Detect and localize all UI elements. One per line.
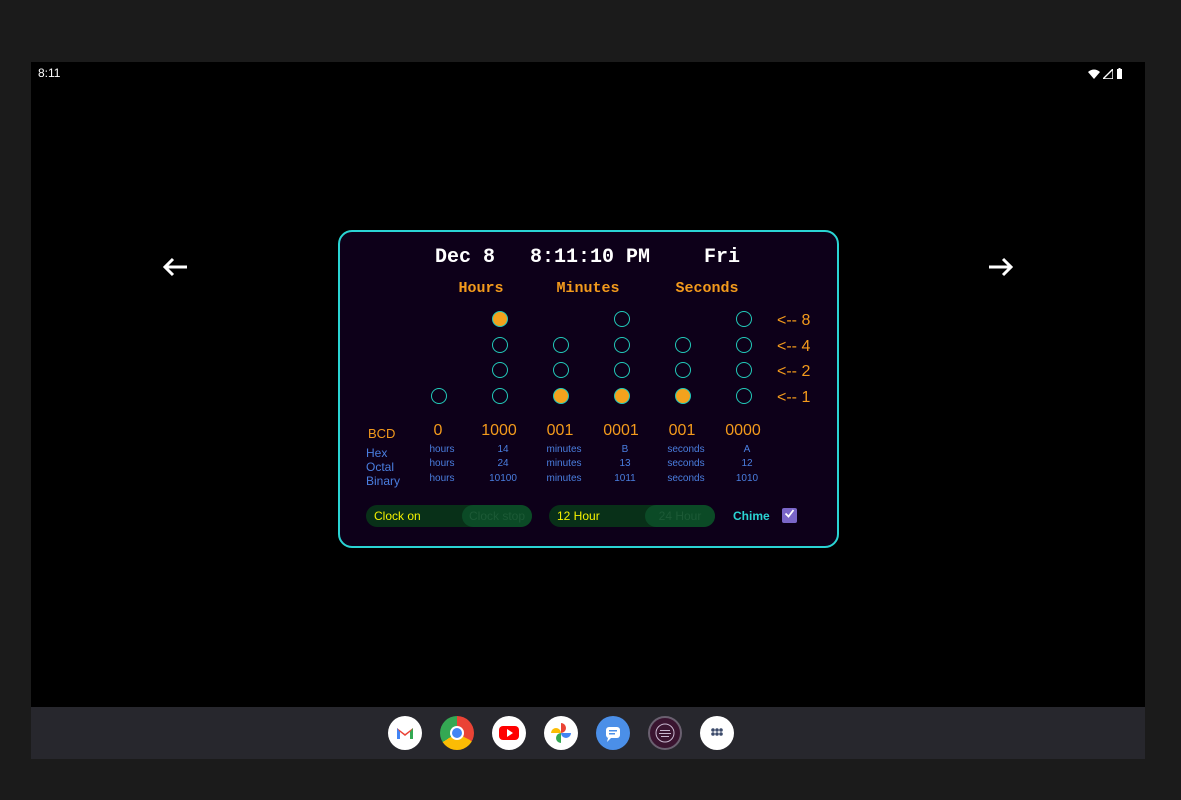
binary-label: Binary [366, 474, 401, 488]
hour12-label: 12 Hour [557, 509, 600, 523]
bit-dot [614, 337, 630, 353]
photos-icon[interactable] [544, 716, 578, 750]
hours-binary: 10100 [489, 473, 517, 484]
minutes-unit: minutes [546, 458, 582, 469]
seconds-unit: seconds [667, 458, 705, 469]
hour24-option[interactable]: 24 Hour [645, 505, 715, 527]
bit-dot [553, 362, 569, 378]
hours-unit: hours [429, 473, 455, 484]
arrow-right-icon [989, 257, 1014, 277]
chime-label: Chime [733, 509, 770, 523]
chrome-icon[interactable] [440, 716, 474, 750]
arrow-left-icon [162, 257, 187, 277]
bcd-value: 0 [433, 422, 443, 439]
bit-dot [492, 362, 508, 378]
gmail-icon[interactable] [388, 716, 422, 750]
bit-dot [736, 388, 752, 404]
seconds-unit: seconds [667, 473, 705, 484]
minutes-header: Minutes [556, 280, 620, 297]
app-drawer-icon[interactable] [700, 716, 734, 750]
hour-format-switch[interactable]: 12 Hour 24 Hour [549, 505, 715, 527]
bit-dot [492, 311, 508, 327]
seconds-unit: seconds [667, 444, 705, 455]
clock-stop-option[interactable]: Clock stop [462, 505, 532, 527]
bit-dot [736, 337, 752, 353]
bit-dot [736, 362, 752, 378]
device-screen: 8:11 Dec 8 8:11:10 PM Fri Hours Minutes … [31, 62, 1145, 759]
checkmark-icon [784, 509, 795, 518]
bit-dot [431, 388, 447, 404]
bcd-label: BCD [368, 426, 396, 441]
bit-dot [614, 388, 630, 404]
hex-label: Hex [366, 446, 388, 460]
forward-arrow-button[interactable] [981, 254, 1021, 284]
messages-icon[interactable] [596, 716, 630, 750]
seconds-binary: 1010 [735, 473, 759, 484]
bcd-value: 001 [546, 422, 574, 439]
status-time: 8:11 [38, 66, 61, 80]
bit-dot [553, 388, 569, 404]
taskbar [31, 707, 1145, 759]
bcd-value: 0001 [603, 422, 639, 439]
bit-dot [492, 337, 508, 353]
clock-run-switch[interactable]: Clock on Clock stop [366, 505, 532, 527]
clock-app-icon[interactable] [648, 716, 682, 750]
minutes-unit: minutes [546, 473, 582, 484]
bit-dot [675, 337, 691, 353]
hours-hex: 14 [497, 444, 509, 455]
weekday-text: Fri [704, 246, 741, 269]
seconds-octal: 12 [741, 458, 753, 469]
minutes-unit: minutes [546, 444, 582, 455]
hours-unit: hours [429, 458, 455, 469]
bit-dot [675, 388, 691, 404]
battery-icon [1117, 68, 1122, 79]
minutes-octal: 13 [619, 458, 631, 469]
seconds-header: Seconds [675, 280, 739, 297]
youtube-icon[interactable] [492, 716, 526, 750]
hours-octal: 24 [497, 458, 509, 469]
bcd-value: 0000 [725, 422, 761, 439]
chime-checkbox[interactable] [782, 508, 797, 523]
octal-label: Octal [366, 460, 395, 474]
wifi-icon [1088, 69, 1100, 79]
bit-dot [614, 362, 630, 378]
date-text: Dec 8 [435, 246, 496, 269]
weight-label-8: <-- 8 [777, 312, 811, 329]
hours-unit: hours [429, 444, 455, 455]
bit-dot [736, 311, 752, 327]
bit-dot [553, 337, 569, 353]
minutes-binary: 1011 [614, 473, 636, 484]
back-arrow-button[interactable] [155, 254, 195, 284]
time-text: 8:11:10 PM [530, 246, 651, 269]
hours-header: Hours [458, 280, 504, 297]
status-icons [1088, 68, 1123, 79]
bcd-value: 001 [668, 422, 696, 439]
weight-label-2: <-- 2 [777, 363, 811, 380]
minutes-hex: B [621, 444, 629, 455]
weight-label-1: <-- 1 [777, 389, 811, 406]
bit-dot [614, 311, 630, 327]
clock-on-label: Clock on [374, 509, 421, 523]
bit-dot [492, 388, 508, 404]
seconds-hex: A [743, 444, 751, 455]
weight-label-4: <-- 4 [777, 338, 811, 355]
signal-icon [1103, 68, 1113, 79]
bit-dot [675, 362, 691, 378]
bcd-value: 1000 [481, 422, 517, 439]
binary-clock-panel: Dec 8 8:11:10 PM Fri Hours Minutes Secon… [338, 230, 839, 548]
